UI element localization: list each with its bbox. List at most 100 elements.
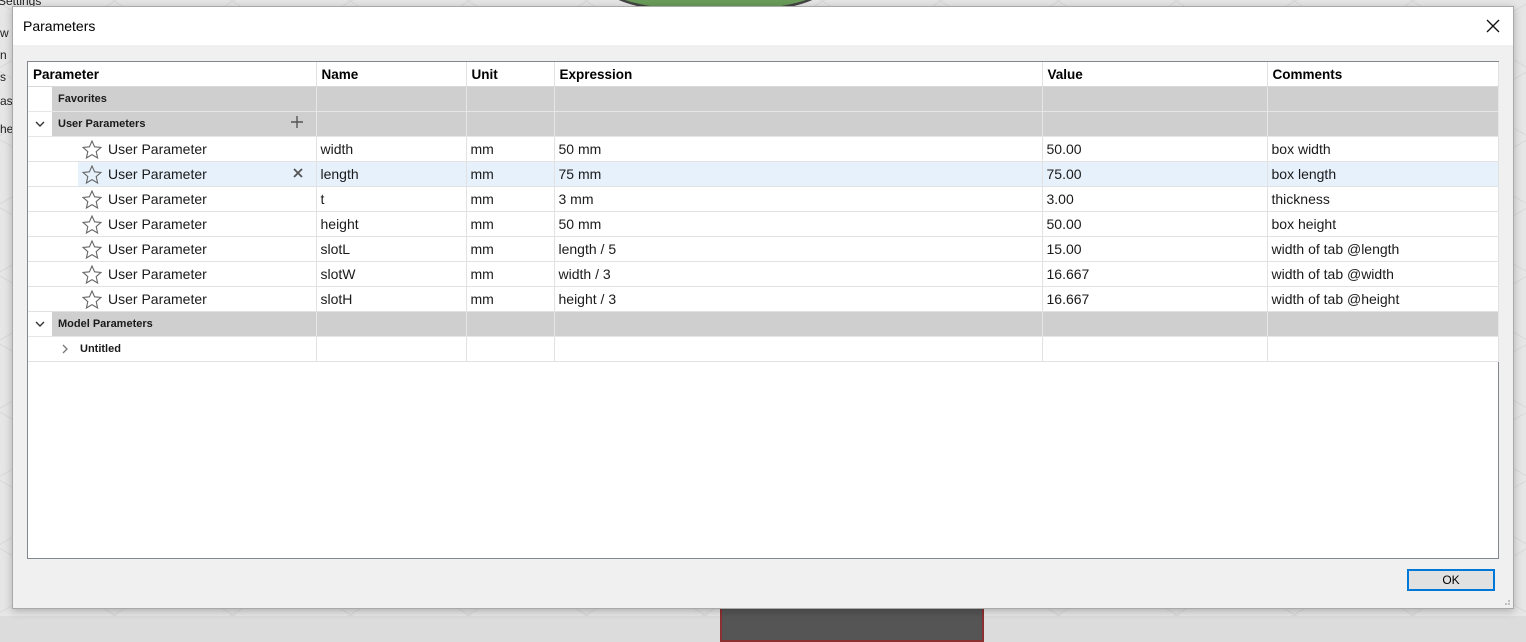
- browser-panel-fragment: w n s as he: [0, 18, 13, 188]
- dialog-titlebar: Parameters: [13, 7, 1513, 45]
- favorite-star-icon[interactable]: [82, 214, 102, 234]
- close-icon: [1486, 19, 1500, 33]
- group-cell: [1042, 86, 1268, 112]
- expression-cell[interactable]: 3 mm: [554, 186, 1043, 212]
- group-cell: [554, 111, 1043, 137]
- model-parameters-group-cell: Model Parameters: [28, 311, 317, 337]
- table-row[interactable]: User Parameter slotW mm width / 3 16.667…: [28, 261, 1499, 287]
- empty-cell: [1042, 336, 1268, 362]
- expression-cell[interactable]: 50 mm: [554, 136, 1043, 162]
- expression-cell[interactable]: 50 mm: [554, 211, 1043, 237]
- parameter-type: User Parameter: [108, 291, 207, 307]
- unit-cell[interactable]: mm: [466, 286, 555, 312]
- empty-cell: [466, 336, 555, 362]
- user-parameters-group-label: User Parameters: [58, 118, 146, 130]
- favorites-group-label: Favorites: [52, 87, 315, 111]
- favorite-star-icon[interactable]: [82, 164, 102, 184]
- parameter-type: User Parameter: [108, 266, 207, 282]
- name-cell[interactable]: slotL: [316, 236, 467, 262]
- name-cell[interactable]: height: [316, 211, 467, 237]
- parameter-type: User Parameter: [108, 241, 207, 257]
- unit-cell[interactable]: mm: [466, 236, 555, 262]
- parameter-type: User Parameter: [108, 191, 207, 207]
- collapse-user-parameters-toggle[interactable]: [28, 112, 52, 136]
- close-button[interactable]: [1479, 13, 1507, 39]
- comment-cell[interactable]: width of tab @width: [1267, 261, 1499, 287]
- table-header-row: Parameter Name Unit Expression Value Com…: [28, 62, 1499, 87]
- parameter-cell: User Parameter: [28, 286, 317, 312]
- add-parameter-icon[interactable]: [290, 115, 304, 129]
- collapse-model-parameters-toggle[interactable]: [28, 312, 52, 336]
- unit-cell[interactable]: mm: [466, 161, 555, 187]
- expand-untitled-toggle[interactable]: [58, 344, 72, 354]
- expression-cell[interactable]: 75 mm: [554, 161, 1043, 187]
- column-header-comments[interactable]: Comments: [1267, 62, 1499, 87]
- favorite-star-icon[interactable]: [82, 139, 102, 159]
- comment-cell[interactable]: thickness: [1267, 186, 1499, 212]
- unit-cell[interactable]: mm: [466, 186, 555, 212]
- user-parameters-group-row[interactable]: User Parameters: [28, 111, 1499, 137]
- name-cell[interactable]: t: [316, 186, 467, 212]
- column-header-expression[interactable]: Expression: [554, 62, 1043, 87]
- parameter-cell: User Parameter: [28, 211, 317, 237]
- table-row-selected[interactable]: User Parameter length mm 75 mm 75.00 box…: [28, 161, 1499, 187]
- group-cell: [466, 111, 555, 137]
- group-cell: [466, 86, 555, 112]
- column-header-value[interactable]: Value: [1042, 62, 1268, 87]
- comment-cell[interactable]: width of tab @height: [1267, 286, 1499, 312]
- favorite-star-icon[interactable]: [82, 264, 102, 284]
- untitled-component-row[interactable]: Untitled: [28, 336, 1499, 362]
- unit-cell[interactable]: mm: [466, 261, 555, 287]
- comment-cell[interactable]: box height: [1267, 211, 1499, 237]
- table-row[interactable]: User Parameter t mm 3 mm 3.00 thickness: [28, 186, 1499, 212]
- resize-grip-icon[interactable]: [1501, 596, 1511, 606]
- value-cell: 15.00: [1042, 236, 1268, 262]
- model-parameters-group-row[interactable]: Model Parameters: [28, 311, 1499, 337]
- model-parameters-group-label: Model Parameters: [52, 312, 315, 336]
- value-cell: 3.00: [1042, 186, 1268, 212]
- name-cell[interactable]: slotH: [316, 286, 467, 312]
- comment-cell[interactable]: box width: [1267, 136, 1499, 162]
- group-cell: [1267, 111, 1499, 137]
- delete-parameter-icon[interactable]: [292, 167, 304, 179]
- name-cell[interactable]: width: [316, 136, 467, 162]
- unit-cell[interactable]: mm: [466, 211, 555, 237]
- user-parameters-group-cell: User Parameters: [28, 111, 317, 137]
- untitled-label: Untitled: [80, 343, 121, 355]
- group-cell: [1042, 311, 1268, 337]
- parameter-cell-content: User Parameter: [28, 137, 315, 161]
- favorites-group-row[interactable]: Favorites: [28, 86, 1499, 112]
- parameters-dialog: Parameters Parameter Name Unit Expressio…: [12, 6, 1514, 609]
- empty-cell: [316, 336, 467, 362]
- comment-cell[interactable]: box length: [1267, 161, 1499, 187]
- favorite-star-icon[interactable]: [82, 189, 102, 209]
- column-header-unit[interactable]: Unit: [466, 62, 555, 87]
- table-row[interactable]: User Parameter height mm 50 mm 50.00 box…: [28, 211, 1499, 237]
- comment-cell[interactable]: width of tab @length: [1267, 236, 1499, 262]
- column-header-parameter[interactable]: Parameter: [28, 62, 317, 87]
- expression-cell[interactable]: height / 3: [554, 286, 1043, 312]
- value-cell: 16.667: [1042, 286, 1268, 312]
- chevron-right-icon: [62, 344, 68, 354]
- favorite-star-icon[interactable]: [82, 239, 102, 259]
- table-row[interactable]: User Parameter slotL mm length / 5 15.00…: [28, 236, 1499, 262]
- favorite-star-icon[interactable]: [82, 289, 102, 309]
- expression-cell[interactable]: length / 5: [554, 236, 1043, 262]
- value-cell: 50.00: [1042, 211, 1268, 237]
- model-parameters-group-content: Model Parameters: [28, 312, 315, 336]
- parameter-cell-content: User Parameter: [28, 287, 315, 311]
- parameter-cell-content: User Parameter: [28, 237, 315, 261]
- unit-cell[interactable]: mm: [466, 136, 555, 162]
- ok-button[interactable]: OK: [1407, 569, 1495, 591]
- empty-cell: [554, 336, 1043, 362]
- column-header-name[interactable]: Name: [316, 62, 467, 87]
- table-row[interactable]: User Parameter width mm 50 mm 50.00 box …: [28, 136, 1499, 162]
- name-cell[interactable]: slotW: [316, 261, 467, 287]
- group-cell: [554, 86, 1043, 112]
- user-parameters-group-content: User Parameters: [28, 112, 315, 136]
- dialog-title: Parameters: [23, 18, 96, 34]
- parameter-cell: User Parameter: [28, 261, 317, 287]
- name-cell[interactable]: length: [316, 161, 467, 187]
- table-row[interactable]: User Parameter slotH mm height / 3 16.66…: [28, 286, 1499, 312]
- expression-cell[interactable]: width / 3: [554, 261, 1043, 287]
